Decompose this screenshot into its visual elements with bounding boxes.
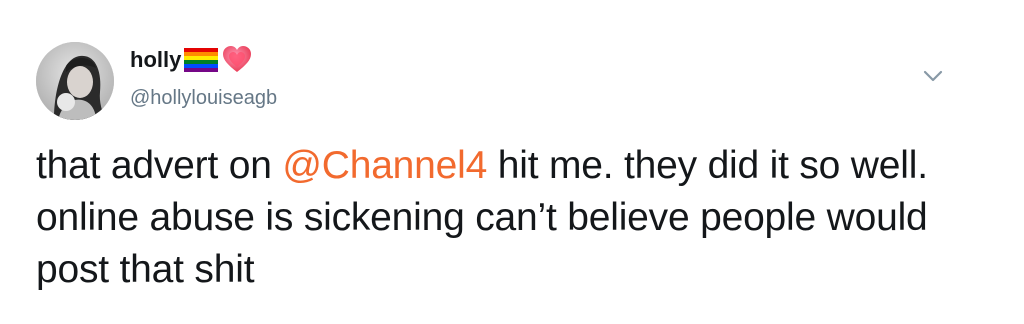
tweet-card: holly @hollylouiseagb that advert on @Ch… bbox=[0, 0, 1024, 324]
name-row: holly bbox=[130, 46, 277, 74]
avatar[interactable] bbox=[36, 42, 114, 120]
tweet-text: that advert on @Channel4 hit me. they di… bbox=[36, 140, 996, 296]
chevron-down-icon[interactable] bbox=[920, 66, 946, 86]
sparkling-heart-icon bbox=[222, 46, 252, 74]
avatar-photo bbox=[36, 42, 114, 120]
user-handle[interactable]: @hollylouiseagb bbox=[130, 86, 277, 110]
tweet-text-before: that advert on bbox=[36, 144, 283, 187]
mention-link[interactable]: @Channel4 bbox=[282, 144, 487, 187]
user-identity: holly @hollylouiseagb bbox=[130, 46, 277, 110]
display-name[interactable]: holly bbox=[130, 46, 181, 74]
rainbow-flag-icon bbox=[184, 48, 219, 72]
